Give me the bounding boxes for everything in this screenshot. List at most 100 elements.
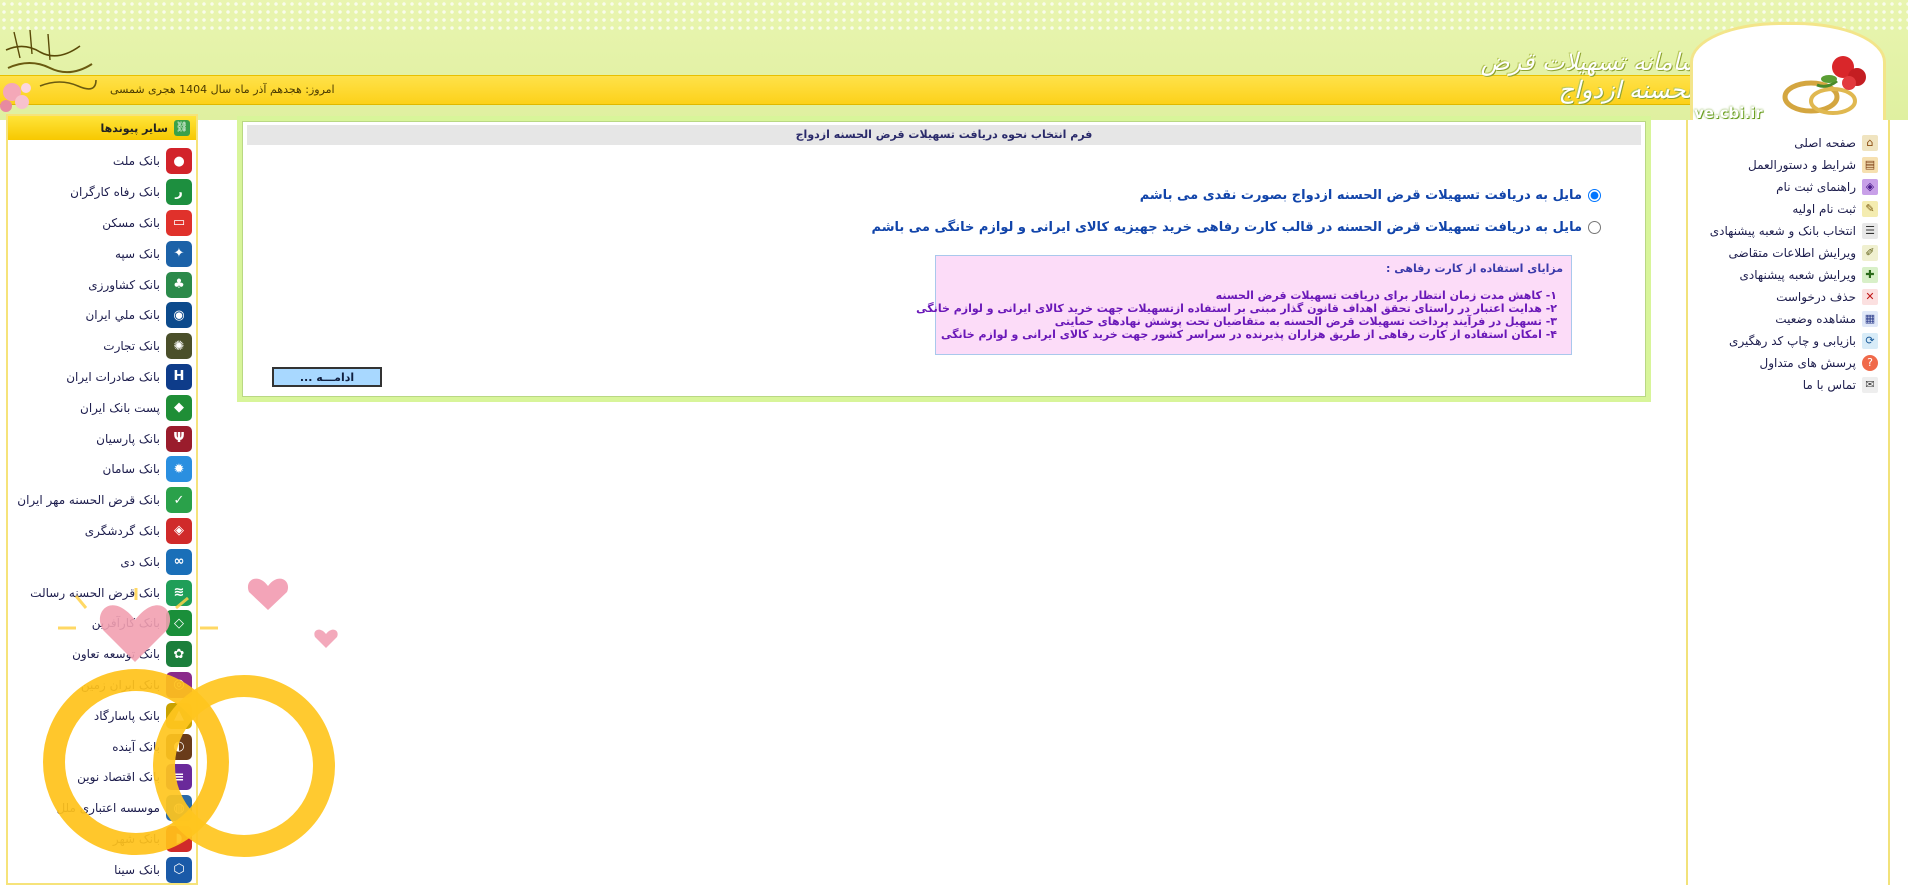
bank-link-label: بانک ملي ايران (85, 308, 160, 323)
bank-link-item[interactable]: ≋ بانک قرض الحسنه رسالت (8, 577, 196, 608)
bank-link-label: بانک سامان (102, 462, 161, 477)
continue-button[interactable]: ادامـــه ... (272, 367, 382, 387)
logo-url-text: ve.cbi.ir (1694, 104, 1763, 120)
edit-branch-icon: ✚ (1862, 267, 1878, 283)
bank-link-item[interactable]: Ψ بانک پارسیان (8, 423, 196, 454)
menu-item-edit-applicant[interactable]: ✐ ویرایش اطلاعات متقاضی (1688, 242, 1888, 264)
bank-link-item[interactable]: ر بانک رفاه کارگران (8, 177, 196, 208)
edit-icon: ✐ (1862, 245, 1878, 261)
date-text: امروز: هجدهم آذر ماه سال 1404 هجری شمسی (110, 83, 335, 96)
option-cash-loan-label: مایل به دریافت تسهیلات قرض الحسنه ازدواج… (1139, 188, 1582, 203)
menu-item-retrieve-tracking-code[interactable]: ⟳ بازیابی و چاپ کد رهگیری (1688, 330, 1888, 352)
site-title: سامانه تسهیلات قرض الحسنه ازدواج (1480, 48, 1700, 104)
bank-link-item[interactable]: ♣ بانک کشاورزی (8, 269, 196, 300)
bank-link-label: بانک سینا (114, 862, 160, 877)
bank-logo-icon: ✿ (166, 641, 192, 668)
option-cash-loan[interactable]: مایل به دریافت تسهیلات قرض الحسنه ازدواج… (1140, 188, 1601, 203)
menu-item-home[interactable]: ⌂ صفحه اصلی (1688, 132, 1888, 154)
menu-item-registration-guide[interactable]: ◈ راهنمای ثبت نام (1688, 176, 1888, 198)
welfare-card-benefits-box: مزایای استفاده از کارت رفاهی : ۱- کاهش م… (916, 255, 1572, 355)
bank-link-item[interactable]: ◆ پست بانک ایران (8, 392, 196, 423)
bank-logo-icon: ▲ (166, 702, 192, 729)
bank-link-item[interactable]: ✿ بانک توسعه تعاون (8, 639, 196, 670)
delete-icon: ✕ (1862, 289, 1878, 305)
bank-link-item[interactable]: ◗ بانک شهر (8, 824, 196, 855)
book-icon: ▤ (1862, 157, 1878, 173)
bank-logo-icon: ✦ (166, 240, 192, 267)
bank-link-item[interactable]: ◇ بانک کارآفرین (8, 608, 196, 639)
flower-calligraphy-logo-icon (0, 29, 97, 112)
contact-icon: ✉ (1862, 377, 1878, 393)
menu-item-initial-registration[interactable]: ✎ ثبت نام اولیه (1688, 198, 1888, 220)
bank-link-item[interactable]: ◐ بانک آینده (8, 731, 196, 762)
option-welfare-card-label: مایل به دریافت تسهیلات قرض الحسنه در قال… (871, 220, 1582, 235)
other-links-title: سایر پیوندها (100, 121, 168, 135)
radio-cash-loan[interactable] (1588, 189, 1601, 202)
bank-link-item[interactable]: ▭ بانک مسکن (8, 208, 196, 239)
register-icon: ✎ (1862, 201, 1878, 217)
bank-link-label: بانک اقتصاد نوین (77, 770, 160, 785)
bank-link-label: بانک گردشگری (84, 523, 160, 538)
bank-link-item[interactable]: ◍ موسسه اعتباری ملل (8, 793, 196, 824)
bank-link-label: بانک دی (120, 554, 160, 569)
menu-item-terms[interactable]: ▤ شرایط و دستورالعمل (1688, 154, 1888, 176)
bank-link-item[interactable]: ✦ بانک سپه (8, 238, 196, 269)
bank-link-item[interactable]: ● بانک ملت (8, 146, 196, 177)
right-sidebar-menu: ⌂ صفحه اصلی ▤ شرایط و دستورالعمل ◈ راهنم… (1686, 120, 1890, 885)
bank-link-list: ● بانک ملت ر بانک رفاه کارگران ▭ بانک مسکن ✦ با… (8, 140, 196, 883)
form-title: فرم انتخاب نحوه دریافت تسهیلات قرض الحسن… (247, 125, 1641, 145)
bank-link-item[interactable]: ✺ بانک تجارت (8, 331, 196, 362)
radio-welfare-card[interactable] (1588, 221, 1601, 234)
left-sidebar-links: ⛓ سایر پیوندها ● بانک ملت ر بانک رفاه کارگر… (6, 114, 198, 885)
menu-item-edit-branch[interactable]: ✚ ویرایش شعبه پیشنهادی (1688, 264, 1888, 286)
bank-link-item[interactable]: ◉ بانک ملي ايران (8, 300, 196, 331)
menu-item-select-branch[interactable]: ☰ انتخاب بانک و شعبه پیشنهادی (1688, 220, 1888, 242)
bank-link-item[interactable]: ▲ بانک پاسارگاد (8, 700, 196, 731)
bank-link-label: بانک پاسارگاد (93, 708, 160, 723)
bank-link-label: بانک سپه (115, 246, 160, 261)
menu-item-view-status[interactable]: ▦ مشاهده وضعیت (1688, 308, 1888, 330)
faq-icon: ? (1862, 355, 1878, 371)
bank-link-label: بانک ایران زمین (80, 677, 160, 692)
bank-logo-icon: ● (166, 148, 192, 175)
bank-link-label: بانک شهر (112, 831, 160, 846)
bank-logo-icon: ◉ (166, 302, 192, 329)
bank-link-item[interactable]: ◎ بانک ایران زمین (8, 670, 196, 701)
bank-link-label: موسسه اعتباری ملل (56, 801, 160, 816)
menu-item-contact[interactable]: ✉ تماس با ما (1688, 374, 1888, 396)
bank-link-item[interactable]: ◈ بانک گردشگری (8, 516, 196, 547)
branch-select-icon: ☰ (1862, 223, 1878, 239)
menu-item-faq[interactable]: ? پرسش های متداول (1688, 352, 1888, 374)
bank-logo-icon: ◈ (166, 517, 192, 544)
bank-link-item[interactable]: ∞ بانک دی (8, 546, 196, 577)
main-form-inner: فرم انتخاب نحوه دریافت تسهیلات قرض الحسن… (242, 121, 1646, 397)
guide-icon: ◈ (1862, 179, 1878, 195)
benefits-heading: مزایای استفاده از کارت رفاهی : (1385, 262, 1563, 275)
bank-logo-icon: ◎ (166, 671, 192, 698)
bank-logo-icon: ◗ (166, 825, 192, 852)
bank-logo-icon: ◍ (166, 795, 192, 822)
bank-logo-icon: ∞ (166, 548, 192, 575)
option-welfare-card[interactable]: مایل به دریافت تسهیلات قرض الحسنه در قال… (872, 220, 1601, 235)
bank-logo-icon: ≋ (166, 579, 192, 606)
bank-link-label: بانک رفاه کارگران (70, 185, 160, 200)
bank-link-label: پست بانک ایران (80, 400, 160, 415)
home-icon: ⌂ (1862, 135, 1878, 151)
bank-link-item[interactable]: ✓ بانک قرض الحسنه مهر ایران (8, 485, 196, 516)
bank-link-item[interactable]: ⬡ بانک سینا (8, 854, 196, 883)
bank-link-label: بانک تجارت (103, 339, 160, 354)
bank-link-item[interactable]: H بانک صادرات ایران (8, 362, 196, 393)
bank-link-label: بانک مسکن (102, 215, 160, 230)
bank-logo-icon: ✹ (166, 456, 192, 483)
bank-logo-icon: ✺ (166, 333, 192, 360)
bank-link-label: بانک ملت (112, 154, 160, 169)
bank-link-item[interactable]: ✹ بانک سامان (8, 454, 196, 485)
benefit-item: ۱- کاهش مدت زمان انتظار برای دریافت تسهی… (1215, 289, 1557, 302)
refresh-icon: ⟳ (1862, 333, 1878, 349)
bank-link-label: بانک قرض الحسنه رسالت (30, 585, 160, 600)
bank-logo-icon: ◇ (166, 610, 192, 637)
bank-link-label: بانک کشاورزی (88, 277, 160, 292)
menu-item-delete-request[interactable]: ✕ حذف درخواست (1688, 286, 1888, 308)
main-form-frame: فرم انتخاب نحوه دریافت تسهیلات قرض الحسن… (237, 116, 1651, 402)
bank-link-item[interactable]: ≡ بانک اقتصاد نوین (8, 762, 196, 793)
